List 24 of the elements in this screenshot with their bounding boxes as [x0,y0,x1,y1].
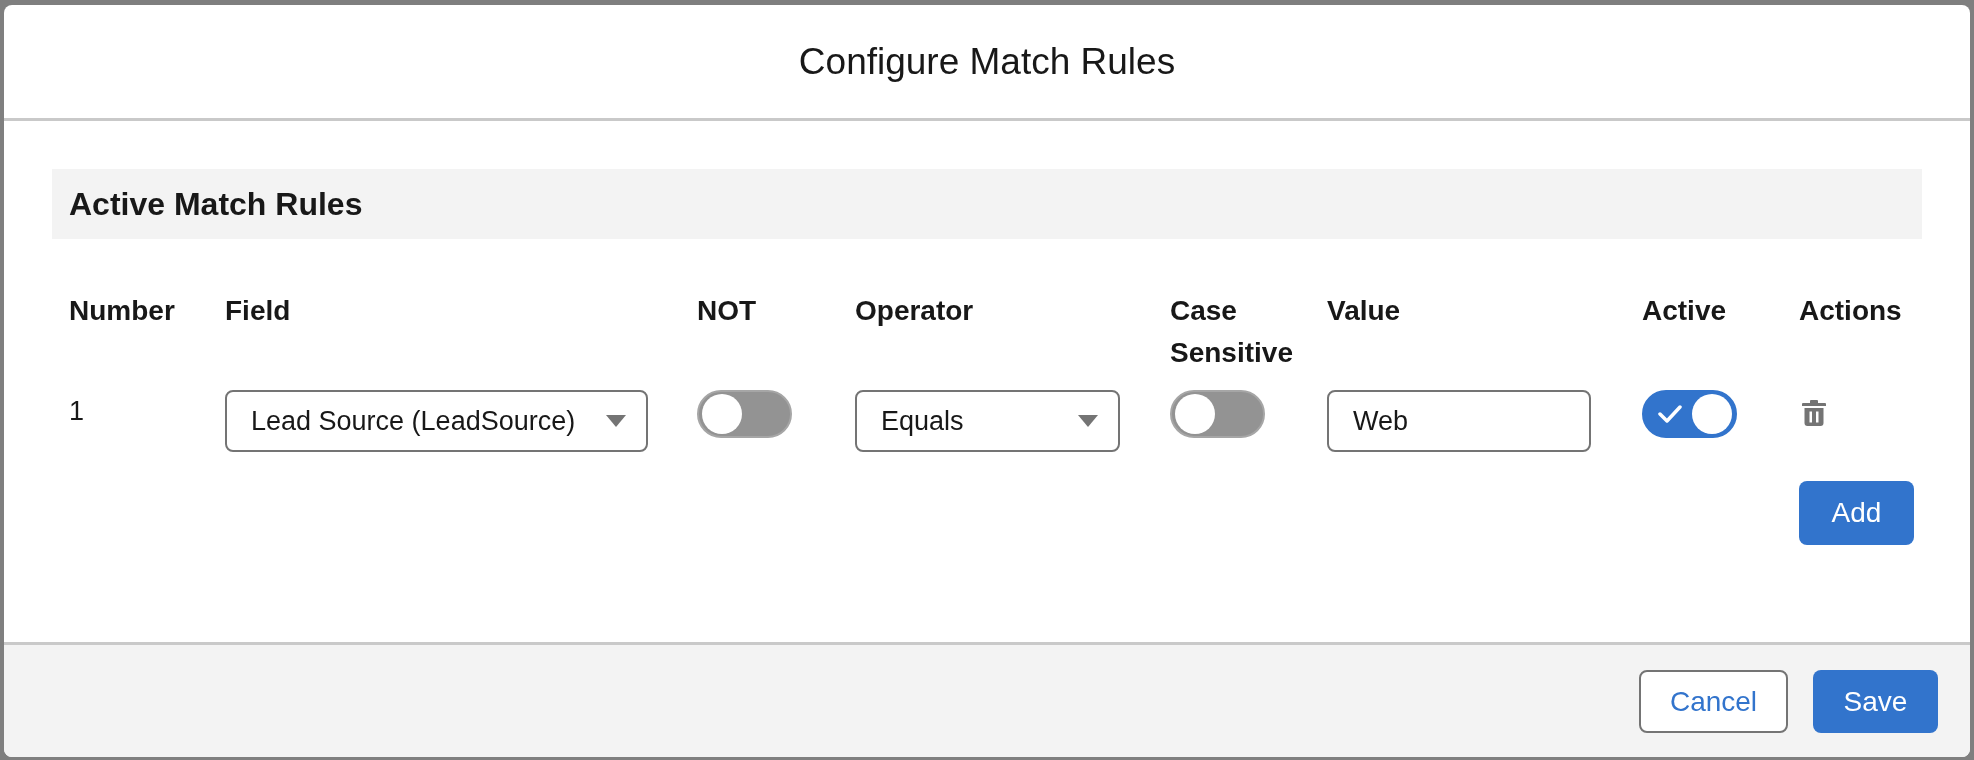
column-header: Value [1327,294,1401,328]
modal-title: Configure Match Rules [798,40,1176,84]
save-button[interactable]: Save [1813,670,1938,733]
column-header: Actions [1799,294,1902,328]
cancel-button[interactable]: Cancel [1639,670,1788,733]
field-dropdown[interactable]: Lead Source (LeadSource) [225,390,648,452]
column-header: NOT [697,294,757,328]
active-toggle[interactable] [1642,390,1737,438]
column-header: Case Sensitive [1170,294,1294,370]
column-header: Active [1642,294,1727,328]
not-toggle[interactable] [697,390,792,438]
caret-icon [606,415,626,427]
column-header: Operator [855,294,974,328]
operator-dropdown[interactable]: Equals [855,390,1120,452]
check-icon [1658,405,1682,423]
case-sensitive-toggle[interactable] [1170,390,1265,438]
column-header: Field [225,294,291,328]
column-header: Number [69,294,175,328]
value-input[interactable]: Web [1327,390,1591,452]
caret-icon [1078,415,1098,427]
trash-icon[interactable] [1802,400,1826,426]
section-header: Active Match Rules [52,169,1922,239]
row-number: 1 [69,395,85,428]
add-button[interactable]: Add [1799,481,1914,545]
